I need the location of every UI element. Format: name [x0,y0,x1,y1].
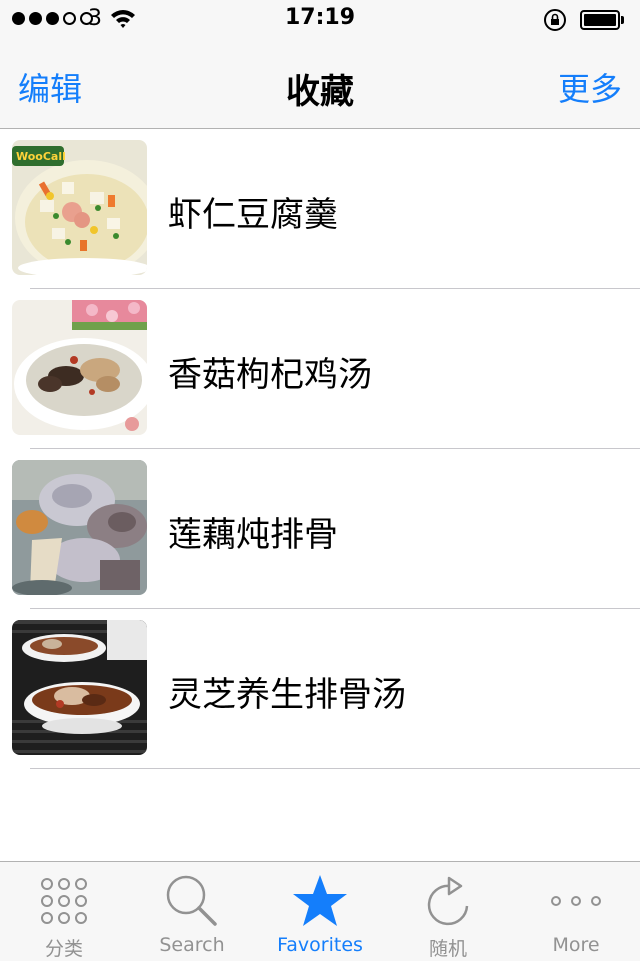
tab-label: More [552,934,600,956]
mushroom-goji-chicken-soup-photo [12,300,147,435]
grid-icon [0,872,128,930]
tab-label: 分类 [44,938,83,960]
tab-label: Favorites [277,934,363,956]
status-bar: 3 17:19 [0,0,640,40]
list-item[interactable]: 莲藕炖排骨 [0,449,640,609]
list-item[interactable]: 香菇枸杞鸡汤 [0,289,640,449]
tab-bar: 分类 Search Favorites 随机 More [0,861,640,961]
more-button[interactable]: 更多 [558,64,622,110]
list-item[interactable]: 灵芝养生排骨汤 [0,609,640,769]
recipe-title: 香菇枸杞鸡汤 [168,355,372,395]
tab-more[interactable]: More [512,862,640,961]
star-icon [256,872,384,930]
navigation-bar: 编辑 收藏 更多 [0,40,640,129]
more-icon [512,872,640,930]
tab-label: Search [159,934,225,956]
divider [30,768,640,769]
tab-favorites[interactable]: Favorites [256,862,384,961]
recipe-title: 虾仁豆腐羹 [168,195,338,235]
list-item[interactable]: WooCall 虾仁豆腐羹 [0,129,640,289]
shrimp-tofu-soup-photo: WooCall [12,140,147,275]
lotus-root-pork-ribs-photo [12,460,147,595]
tab-search[interactable]: Search [128,862,256,961]
battery-icon [580,10,624,30]
refresh-icon [384,872,512,930]
recipe-title: 莲藕炖排骨 [168,515,338,555]
svg-text:WooCall: WooCall [16,150,66,163]
recipe-title: 灵芝养生排骨汤 [168,675,406,715]
search-icon [128,872,256,930]
tab-label: 随机 [428,938,467,960]
page-title: 收藏 [286,72,354,112]
tab-category[interactable]: 分类 [0,862,128,961]
tab-random[interactable]: 随机 [384,862,512,961]
lingzhi-pork-ribs-soup-photo [12,620,147,755]
orientation-lock-icon [543,8,567,36]
favorites-list: WooCall 虾仁豆腐羹 香菇枸杞鸡汤 莲藕炖排骨 灵芝养生排骨汤 [0,129,640,769]
